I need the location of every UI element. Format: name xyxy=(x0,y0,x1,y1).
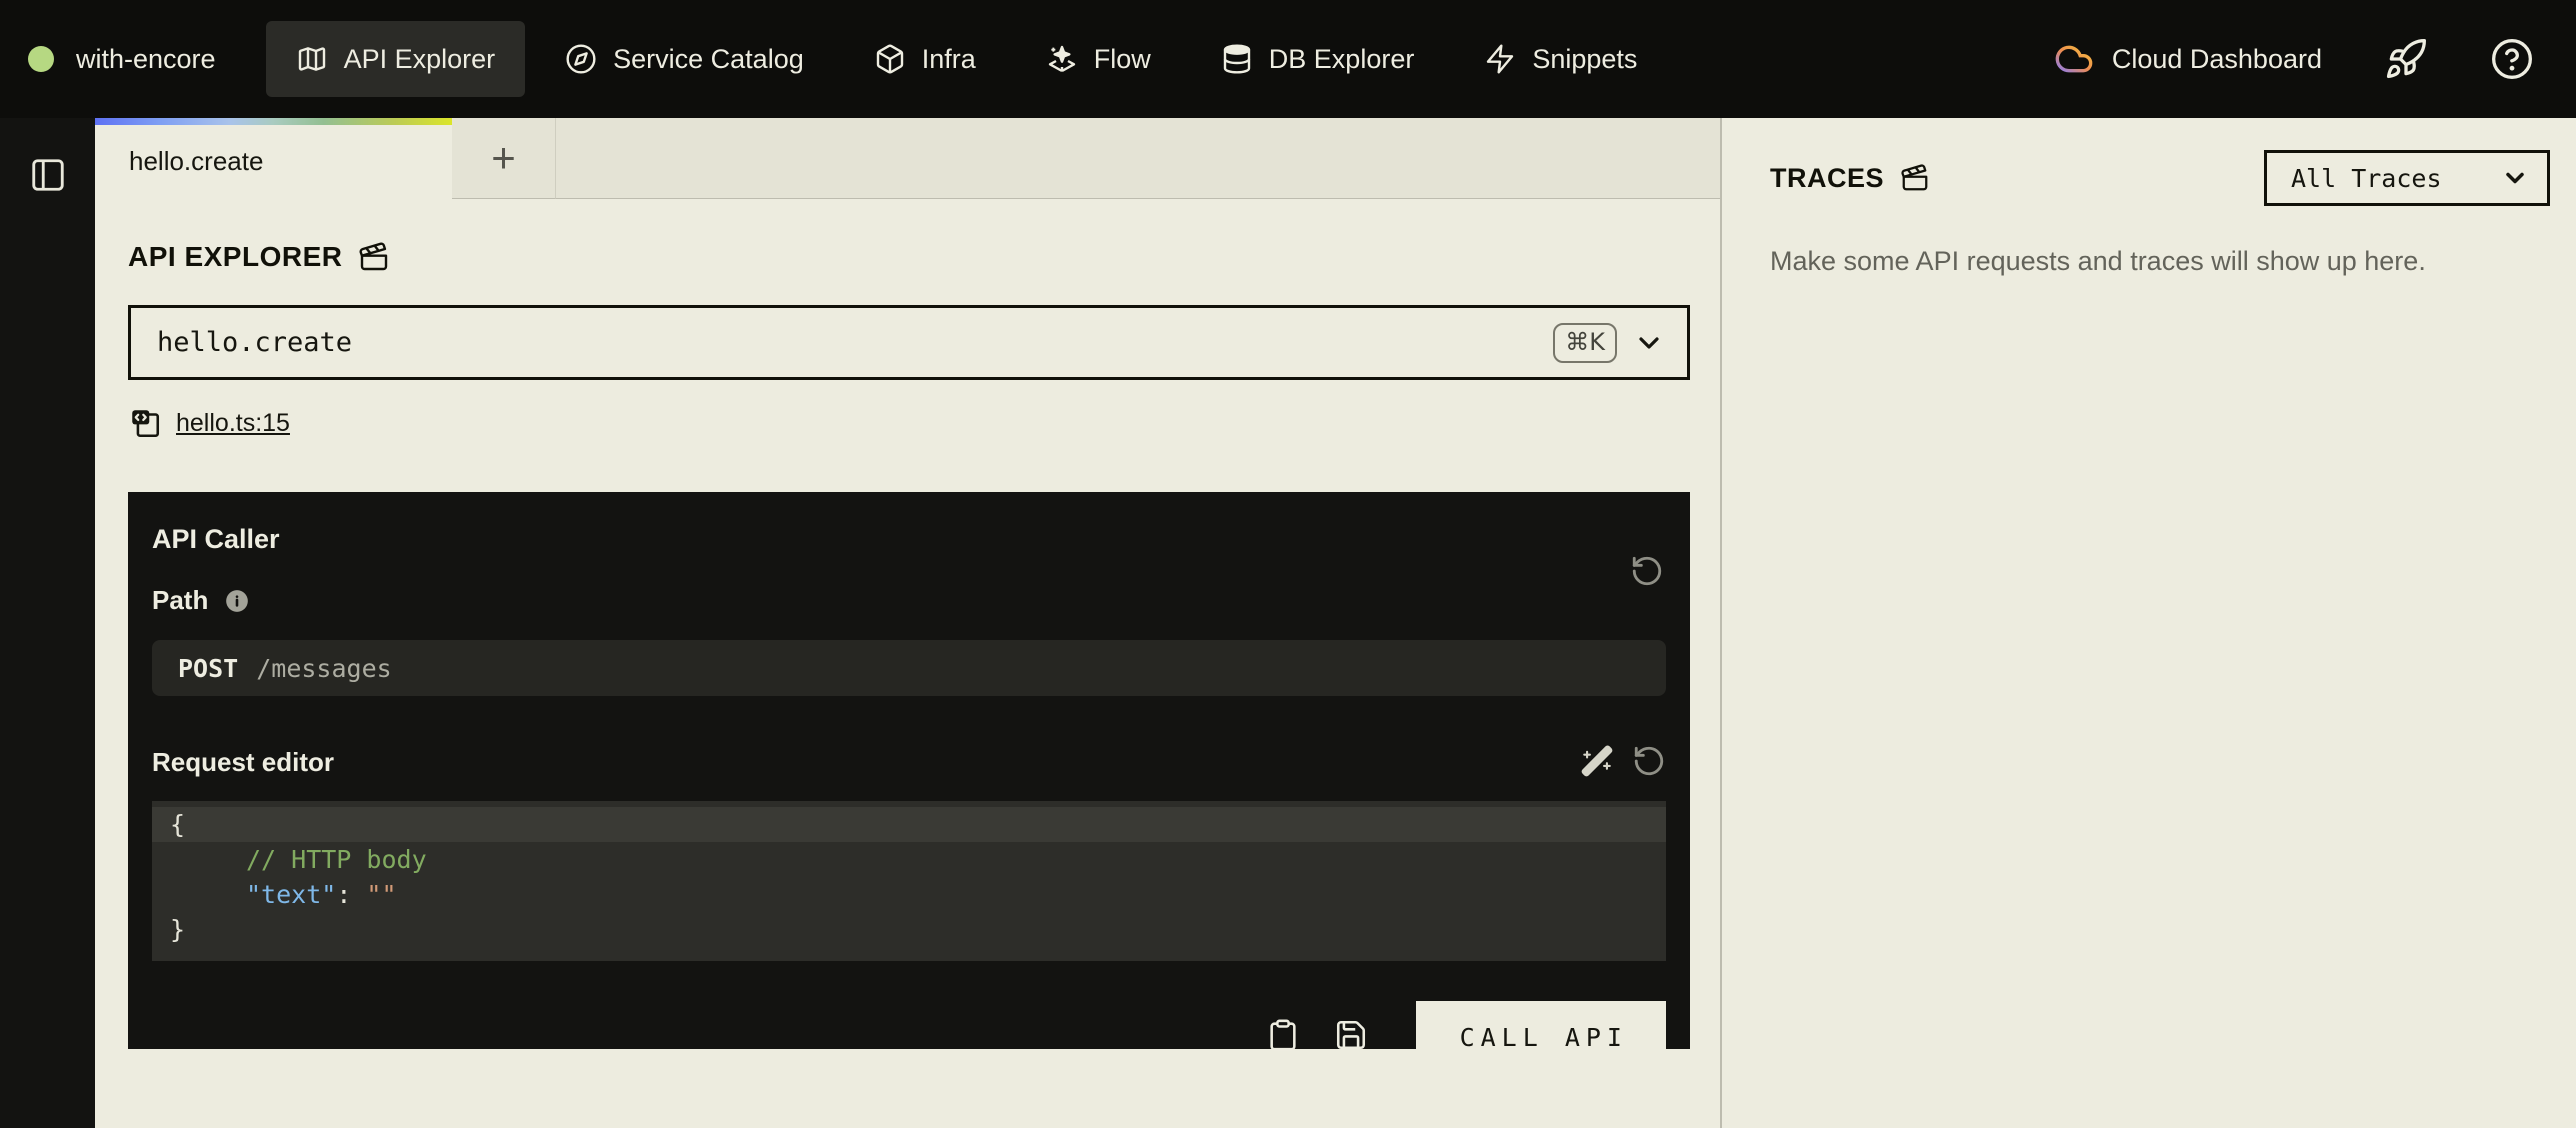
traces-header: TRACES All Traces xyxy=(1770,150,2550,206)
reset-icon xyxy=(1632,744,1666,778)
wand-sparkles-icon xyxy=(1580,744,1614,778)
cloud-dashboard-label: Cloud Dashboard xyxy=(2112,44,2322,75)
code-line: } xyxy=(152,912,1666,947)
nav-item-flow[interactable]: Flow xyxy=(1016,21,1181,97)
panel-left-icon xyxy=(29,156,67,194)
cloud-dashboard-link[interactable]: Cloud Dashboard xyxy=(2054,39,2322,79)
traces-title-text: TRACES xyxy=(1770,163,1884,194)
help-button[interactable] xyxy=(2490,37,2534,81)
format-json-button[interactable] xyxy=(1580,744,1614,781)
traces-title: TRACES xyxy=(1770,163,1930,194)
nav-item-db-explorer[interactable]: DB Explorer xyxy=(1191,21,1445,97)
reset-icon xyxy=(1630,554,1664,588)
api-explorer-section: API EXPLORER hello.create ⌘K hello.ts:15… xyxy=(95,199,1720,1128)
code-line: "text": "" xyxy=(152,877,1666,912)
new-tab-button[interactable]: + xyxy=(452,118,556,199)
save-request-button[interactable] xyxy=(1334,1018,1368,1057)
nav-item-label: Snippets xyxy=(1532,44,1637,75)
call-api-button[interactable]: CALL API xyxy=(1416,1001,1666,1074)
left-sidebar xyxy=(0,118,95,1128)
clapperboard-icon xyxy=(1900,163,1930,193)
tab-label: hello.create xyxy=(129,146,263,177)
nav-item-api-explorer[interactable]: API Explorer xyxy=(266,21,526,97)
request-body-editor[interactable]: { // HTTP body "text": "" } xyxy=(152,801,1666,961)
cloud-icon xyxy=(2054,39,2094,79)
endpoint-select-value: hello.create xyxy=(157,327,352,358)
reset-request-button[interactable] xyxy=(1630,554,1664,591)
map-icon xyxy=(296,43,328,75)
nav-item-infra[interactable]: Infra xyxy=(844,21,1006,97)
nav-item-service-catalog[interactable]: Service Catalog xyxy=(535,21,834,97)
clipboard-icon xyxy=(1266,1018,1300,1052)
rocket-icon xyxy=(2384,37,2428,81)
plus-icon: + xyxy=(491,134,516,181)
code-key: "text" xyxy=(246,880,336,909)
editor-actions xyxy=(1580,744,1666,781)
endpoint-path-box: POST /messages xyxy=(152,640,1666,696)
code-comment: // HTTP body xyxy=(246,845,427,874)
shortcut-badge: ⌘K xyxy=(1553,323,1617,363)
status-dot-icon xyxy=(28,46,54,72)
tab-hello-create[interactable]: hello.create xyxy=(95,118,452,199)
code-line: { xyxy=(152,807,1666,842)
path-row: Path xyxy=(152,585,1666,616)
help-icon xyxy=(2490,37,2534,81)
chevron-down-icon xyxy=(1633,327,1665,359)
request-editor-label: Request editor xyxy=(152,747,334,778)
zap-icon xyxy=(1484,43,1516,75)
chevron-down-icon xyxy=(2501,164,2529,192)
nav-item-snippets[interactable]: Snippets xyxy=(1454,21,1667,97)
endpoint-select-right: ⌘K xyxy=(1553,323,1665,363)
cube-icon xyxy=(874,43,906,75)
clapperboard-icon xyxy=(358,241,390,273)
traces-empty-message: Make some API requests and traces will s… xyxy=(1770,246,2550,277)
app-name: with-encore xyxy=(76,44,216,75)
top-navbar: with-encore API Explorer Service Catalog… xyxy=(0,0,2576,118)
endpoint-select[interactable]: hello.create ⌘K xyxy=(128,305,1690,380)
save-icon xyxy=(1334,1018,1368,1052)
tab-bar: hello.create + xyxy=(95,118,1720,199)
compass-icon xyxy=(565,43,597,75)
main-nav: API Explorer Service Catalog Infra Flow … xyxy=(266,21,1668,97)
reset-editor-button[interactable] xyxy=(1632,744,1666,781)
nav-item-label: Service Catalog xyxy=(613,44,804,75)
code-line: // HTTP body xyxy=(152,842,1666,877)
api-caller-card: API Caller Path POST /messages Request e… xyxy=(128,492,1690,1049)
app-brand[interactable]: with-encore xyxy=(28,44,216,75)
path-label: Path xyxy=(152,585,208,616)
info-icon[interactable] xyxy=(224,588,250,614)
traces-filter-value: All Traces xyxy=(2291,164,2442,193)
page-title: API EXPLORER xyxy=(128,241,1690,273)
toggle-sidebar-button[interactable] xyxy=(29,156,67,194)
rocket-button[interactable] xyxy=(2384,37,2428,81)
http-path: /messages xyxy=(256,654,391,683)
flow-sparkle-icon xyxy=(1046,43,1078,75)
file-code-icon xyxy=(128,406,162,440)
request-editor-header: Request editor xyxy=(152,744,1666,781)
active-tab-gradient-bar xyxy=(95,118,452,125)
traces-filter-select[interactable]: All Traces xyxy=(2264,150,2550,206)
nav-item-label: Infra xyxy=(922,44,976,75)
traces-panel: TRACES All Traces Make some API requests… xyxy=(1720,118,2576,1128)
page-title-text: API EXPLORER xyxy=(128,241,342,273)
api-caller-title: API Caller xyxy=(152,524,1666,555)
nav-item-label: DB Explorer xyxy=(1269,44,1415,75)
navbar-right: Cloud Dashboard xyxy=(2054,37,2534,81)
database-icon xyxy=(1221,43,1253,75)
source-row: hello.ts:15 xyxy=(128,406,1690,440)
tab-bar-filler xyxy=(556,118,1720,199)
nav-item-label: API Explorer xyxy=(344,44,496,75)
api-caller-footer: CALL API xyxy=(152,1001,1666,1074)
nav-item-label: Flow xyxy=(1094,44,1151,75)
copy-request-button[interactable] xyxy=(1266,1018,1300,1057)
http-method: POST xyxy=(178,654,238,683)
code-value: "" xyxy=(366,880,396,909)
source-file-link[interactable]: hello.ts:15 xyxy=(176,409,290,438)
